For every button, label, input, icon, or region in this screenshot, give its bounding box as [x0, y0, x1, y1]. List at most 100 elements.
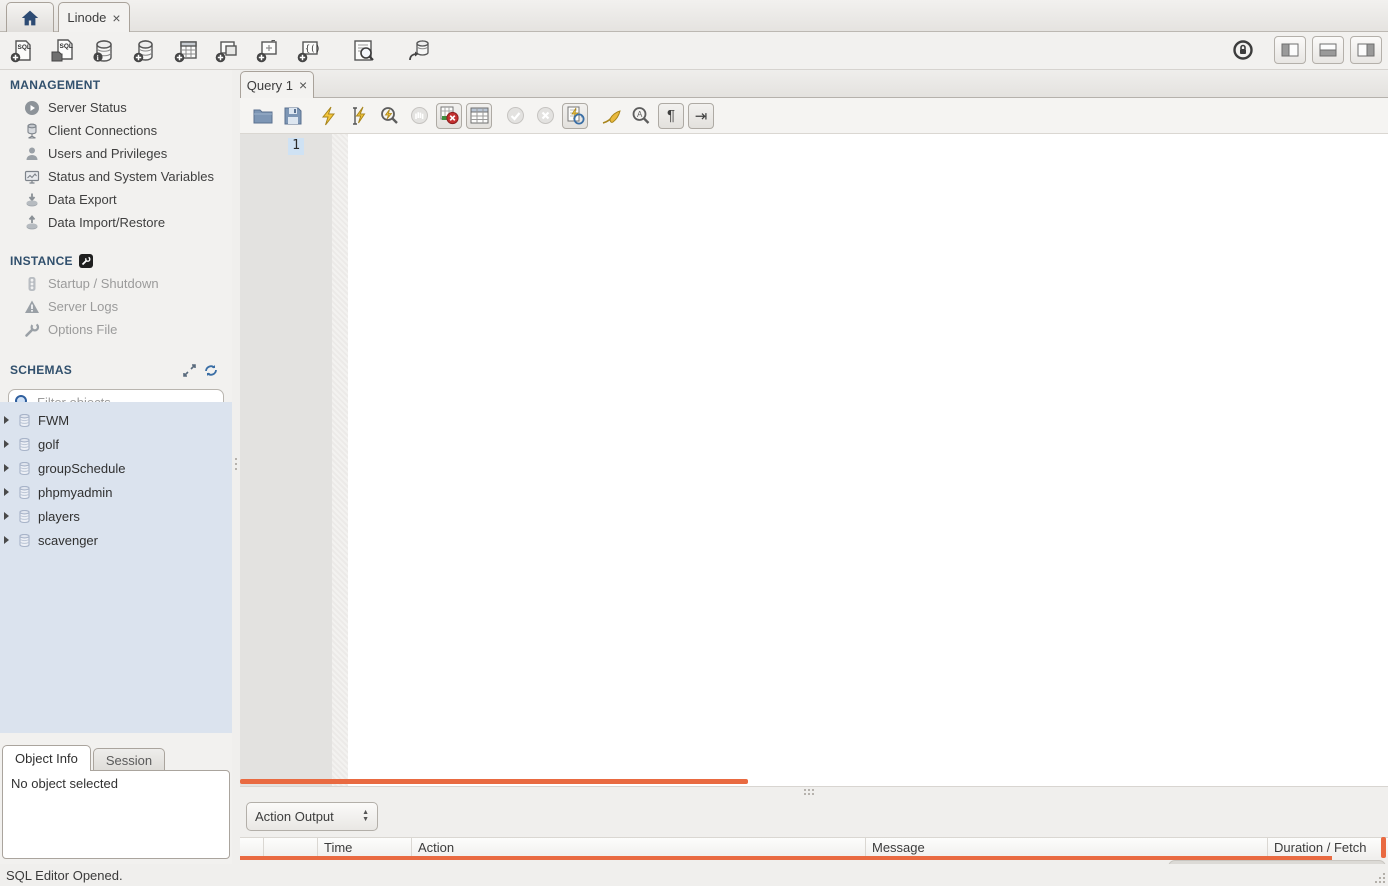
stop-query-icon[interactable]	[406, 103, 432, 129]
sidebar-item-server-logs[interactable]: Server Logs	[0, 295, 232, 318]
svg-text:i: i	[97, 53, 99, 62]
output-col-message[interactable]: Message	[866, 838, 1268, 858]
schema-item-players[interactable]: players	[0, 504, 232, 528]
schema-icon	[17, 413, 32, 428]
editor-output-splitter[interactable]	[240, 786, 1388, 796]
sidebar-main-splitter[interactable]	[232, 70, 240, 864]
open-sql-file-icon[interactable]: SQL	[49, 37, 77, 65]
sidebar-item-label: Startup / Shutdown	[48, 276, 159, 291]
tab-query-1[interactable]: Query 1 ×	[240, 71, 314, 98]
output-col-action[interactable]: Action	[412, 838, 866, 858]
connection-tab[interactable]: Linode ×	[58, 2, 130, 32]
toggle-autocommit-button[interactable]	[562, 103, 588, 129]
tab-session[interactable]: Session	[93, 748, 165, 771]
expander-icon[interactable]	[4, 440, 9, 448]
code-folding-margin	[332, 134, 348, 786]
refresh-schemas-icon[interactable]	[204, 364, 218, 377]
sidebar-item-label: Data Import/Restore	[48, 215, 165, 230]
schema-icon	[17, 461, 32, 476]
server-info-icon[interactable]: i	[90, 37, 118, 65]
output-type-select[interactable]: Action Output ▲▼	[246, 802, 378, 831]
output-col-time[interactable]: Time	[318, 838, 412, 858]
sidebar-item-users-and-privileges[interactable]: Users and Privileges	[0, 142, 232, 165]
svg-text:A: A	[637, 110, 643, 119]
output-col-status[interactable]	[240, 838, 264, 858]
sidebar-item-data-export[interactable]: Data Export	[0, 188, 232, 211]
window-resize-grip[interactable]	[1373, 871, 1385, 883]
toggle-left-panel-button[interactable]	[1274, 36, 1306, 64]
new-procedure-icon[interactable]	[254, 37, 282, 65]
output-col-duration[interactable]: Duration / Fetch	[1268, 838, 1388, 858]
sidebar-item-startup-shutdown[interactable]: Startup / Shutdown	[0, 272, 232, 295]
expander-icon[interactable]	[4, 416, 9, 424]
instance-title: INSTANCE	[10, 254, 73, 268]
execute-current-statement-icon[interactable]	[346, 103, 372, 129]
schema-item-golf[interactable]: golf	[0, 432, 232, 456]
tab-object-info[interactable]: Object Info	[2, 745, 91, 771]
expander-icon[interactable]	[4, 536, 9, 544]
sidebar-item-server-status[interactable]: Server Status	[0, 96, 232, 119]
expand-schemas-icon[interactable]	[183, 364, 196, 377]
toggle-word-wrap-button[interactable]: ⇥	[688, 103, 714, 129]
expander-icon[interactable]	[4, 488, 9, 496]
execute-icon[interactable]	[316, 103, 342, 129]
output-hscrollbar-thumb[interactable]	[240, 856, 1332, 860]
limit-rows-button[interactable]	[466, 103, 492, 129]
schema-name: golf	[38, 437, 59, 452]
wrap-arrow-icon: ⇥	[695, 107, 708, 125]
new-table-icon[interactable]	[172, 37, 200, 65]
line-number-gutter: 1	[240, 134, 332, 786]
new-function-icon[interactable]: {()	[295, 37, 323, 65]
object-info-tabbar: Object Info Session	[2, 745, 165, 771]
tab-object-info-label: Object Info	[15, 751, 78, 766]
commit-icon[interactable]	[502, 103, 528, 129]
object-info-message: No object selected	[11, 776, 118, 791]
connection-tab-close-icon[interactable]: ×	[112, 11, 120, 25]
startup-shutdown-icon	[24, 276, 40, 292]
database-reconnect-icon[interactable]	[405, 37, 433, 65]
toggle-right-panel-button[interactable]	[1350, 36, 1382, 64]
schema-icon	[17, 533, 32, 548]
sidebar-item-label: Client Connections	[48, 123, 157, 138]
schema-item-scavenger[interactable]: scavenger	[0, 528, 232, 552]
instance-section-header: INSTANCE	[0, 246, 232, 272]
editor-hscrollbar-thumb[interactable]	[240, 779, 748, 784]
search-table-data-icon[interactable]	[350, 37, 378, 65]
schema-item-groupschedule[interactable]: groupSchedule	[0, 456, 232, 480]
schemas-section-header: SCHEMAS	[0, 355, 232, 381]
find-icon[interactable]: A	[628, 103, 654, 129]
select-spinner-icon: ▲▼	[362, 810, 369, 823]
schema-item-phpmyadmin[interactable]: phpmyadmin	[0, 480, 232, 504]
notifications-icon[interactable]	[1232, 39, 1254, 61]
sql-editor[interactable]: 1	[240, 134, 1388, 786]
save-script-icon[interactable]	[280, 103, 306, 129]
toggle-stop-on-error-button[interactable]	[436, 103, 462, 129]
output-vscrollbar-thumb[interactable]	[1381, 837, 1386, 858]
sidebar-item-options-file[interactable]: Options File	[0, 318, 232, 341]
output-table-header: Time Action Message Duration / Fetch	[240, 837, 1388, 858]
new-query-tab-icon[interactable]: SQL	[8, 37, 36, 65]
output-col-index[interactable]	[264, 838, 318, 858]
query-tab-label: Query 1	[247, 78, 293, 93]
client-connections-icon	[24, 123, 40, 139]
sidebar-item-data-import[interactable]: Data Import/Restore	[0, 211, 232, 234]
schema-item-fwm[interactable]: FWM	[0, 408, 232, 432]
new-view-icon[interactable]	[213, 37, 241, 65]
query-tab-close-icon[interactable]: ×	[299, 78, 307, 92]
expander-icon[interactable]	[4, 464, 9, 472]
expander-icon[interactable]	[4, 512, 9, 520]
connection-tab-label: Linode	[67, 10, 106, 25]
rollback-icon[interactable]	[532, 103, 558, 129]
home-tab[interactable]	[6, 2, 54, 32]
show-invisible-characters-button[interactable]: ¶	[658, 103, 684, 129]
open-script-icon[interactable]	[250, 103, 276, 129]
toggle-bottom-panel-button[interactable]	[1312, 36, 1344, 64]
status-text: SQL Editor Opened.	[6, 868, 123, 883]
query-tabbar: Query 1 ×	[240, 70, 1388, 98]
explain-plan-icon[interactable]	[376, 103, 402, 129]
sidebar-item-status-system-variables[interactable]: Status and System Variables	[0, 165, 232, 188]
output-panel: Action Output ▲▼ Time Action Message Dur…	[240, 796, 1388, 864]
new-schema-icon[interactable]	[131, 37, 159, 65]
beautify-script-icon[interactable]	[598, 103, 624, 129]
sidebar-item-client-connections[interactable]: Client Connections	[0, 119, 232, 142]
